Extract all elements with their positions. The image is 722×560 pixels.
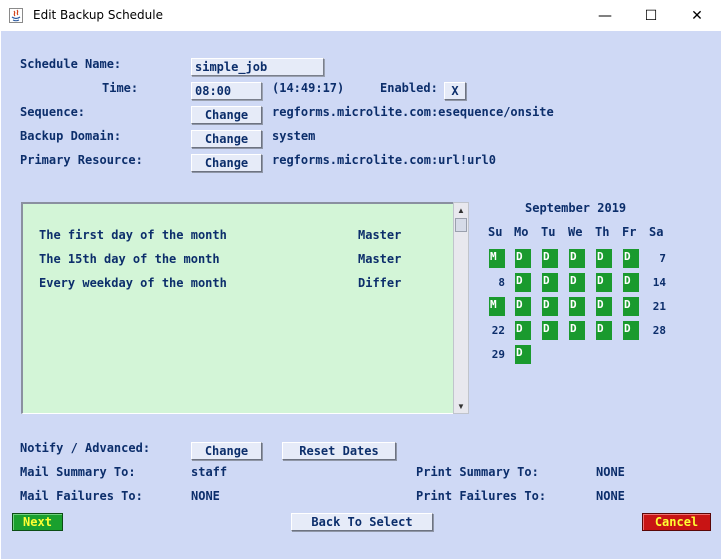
dialog-body: Schedule Name: simple_job Time: 08:00 (1… <box>1 31 721 559</box>
calendar-backup-mark[interactable]: D <box>515 273 531 292</box>
calendar-backup-mark[interactable]: D <box>569 273 585 292</box>
weekday-header: Sa <box>649 225 664 239</box>
back-to-select-button[interactable]: Back To Select <box>291 513 433 531</box>
calendar-backup-mark[interactable]: D <box>623 297 639 316</box>
schedule-name-field[interactable]: simple_job <box>191 58 324 76</box>
title-bar: Edit Backup Schedule — ☐ ✕ <box>0 0 722 31</box>
mail-summary-value: staff <box>191 465 228 479</box>
time-field[interactable]: 08:00 <box>191 82 262 100</box>
rule-description: The first day of the month <box>39 228 227 242</box>
mail-summary-label: Mail Summary To: <box>20 465 136 479</box>
notify-advanced-label: Notify / Advanced: <box>20 441 151 455</box>
close-icon: ✕ <box>691 7 703 24</box>
next-button[interactable]: Next <box>12 513 63 531</box>
rule-description: Every weekday of the month <box>39 276 227 290</box>
rule-type: Differ <box>358 276 402 290</box>
maximize-button[interactable]: ☐ <box>628 0 674 31</box>
calendar-backup-mark[interactable]: D <box>596 321 612 340</box>
calendar-day[interactable]: 7 <box>650 249 666 268</box>
mail-failures-value: NONE <box>191 489 220 503</box>
calendar-month-title: September 2019 <box>525 201 627 215</box>
time-label: Time: <box>102 81 139 95</box>
calendar-backup-mark[interactable]: D <box>542 273 558 292</box>
schedule-rules-list[interactable]: The first day of the month Master The 15… <box>21 202 453 414</box>
maximize-icon: ☐ <box>644 7 658 24</box>
calendar-backup-mark[interactable]: M <box>489 297 505 316</box>
calendar-backup-mark[interactable]: D <box>596 249 612 268</box>
print-summary-value: NONE <box>596 465 625 479</box>
calendar-backup-mark[interactable]: D <box>569 321 585 340</box>
print-failures-label: Print Failures To: <box>416 489 547 503</box>
current-time-display: (14:49:17) <box>272 81 345 95</box>
list-scrollbar[interactable]: ▲ ▼ <box>453 202 469 414</box>
rule-description: The 15th day of the month <box>39 252 220 266</box>
schedule-name-label: Schedule Name: <box>20 57 122 71</box>
calendar-day[interactable]: 22 <box>489 321 505 340</box>
calendar-day[interactable]: 8 <box>489 273 505 292</box>
enabled-checkbox[interactable]: X <box>444 82 466 100</box>
sequence-value: regforms.microlite.com:esequence/onsite <box>272 105 554 119</box>
primary-resource-value: regforms.microlite.com:url!url0 <box>272 153 496 167</box>
calendar-backup-mark[interactable]: D <box>596 297 612 316</box>
calendar-backup-mark[interactable]: D <box>596 273 612 292</box>
enabled-label: Enabled: <box>380 81 438 95</box>
calendar-backup-mark[interactable]: D <box>623 321 639 340</box>
calendar-backup-mark[interactable]: D <box>569 249 585 268</box>
calendar-day[interactable]: 14 <box>650 273 666 292</box>
weekday-header: Su <box>488 225 503 239</box>
weekday-header: Tu <box>541 225 556 239</box>
calendar-backup-mark[interactable]: D <box>623 249 639 268</box>
weekday-header: Fr <box>622 225 637 239</box>
backup-domain-label: Backup Domain: <box>20 129 122 143</box>
window-title: Edit Backup Schedule <box>33 8 163 22</box>
scroll-thumb[interactable] <box>455 218 467 232</box>
weekday-header: Th <box>595 225 610 239</box>
calendar-backup-mark[interactable]: D <box>515 345 531 364</box>
calendar-backup-mark[interactable]: D <box>515 297 531 316</box>
calendar-backup-mark[interactable]: D <box>515 321 531 340</box>
change-sequence-button[interactable]: Change <box>191 106 262 124</box>
calendar-day[interactable]: 28 <box>650 321 666 340</box>
calendar-backup-mark[interactable]: D <box>542 321 558 340</box>
close-button[interactable]: ✕ <box>674 0 720 31</box>
mail-failures-label: Mail Failures To: <box>20 489 143 503</box>
cancel-button[interactable]: Cancel <box>642 513 711 531</box>
change-notify-button[interactable]: Change <box>191 442 262 460</box>
calendar-backup-mark[interactable]: D <box>623 273 639 292</box>
calendar-backup-mark[interactable]: D <box>515 249 531 268</box>
reset-dates-button[interactable]: Reset Dates <box>282 442 396 460</box>
minimize-icon: — <box>598 7 612 24</box>
scroll-down-icon[interactable]: ▼ <box>454 399 468 413</box>
calendar-day[interactable]: 21 <box>650 297 666 316</box>
print-summary-label: Print Summary To: <box>416 465 539 479</box>
calendar-backup-mark[interactable]: D <box>542 297 558 316</box>
change-backup-domain-button[interactable]: Change <box>191 130 262 148</box>
rule-type: Master <box>358 252 402 266</box>
print-failures-value: NONE <box>596 489 625 503</box>
sequence-label: Sequence: <box>20 105 86 119</box>
calendar-backup-mark[interactable]: D <box>569 297 585 316</box>
primary-resource-label: Primary Resource: <box>20 153 143 167</box>
weekday-header: Mo <box>514 225 529 239</box>
backup-domain-value: system <box>272 129 316 143</box>
calendar-backup-mark[interactable]: D <box>542 249 558 268</box>
calendar-backup-mark[interactable]: M <box>489 249 505 268</box>
weekday-header: We <box>568 225 583 239</box>
scroll-up-icon[interactable]: ▲ <box>454 203 468 217</box>
change-primary-resource-button[interactable]: Change <box>191 154 262 172</box>
java-app-icon <box>9 8 23 23</box>
calendar-day[interactable]: 29 <box>489 345 505 364</box>
rule-type: Master <box>358 228 402 242</box>
minimize-button[interactable]: — <box>582 0 628 31</box>
